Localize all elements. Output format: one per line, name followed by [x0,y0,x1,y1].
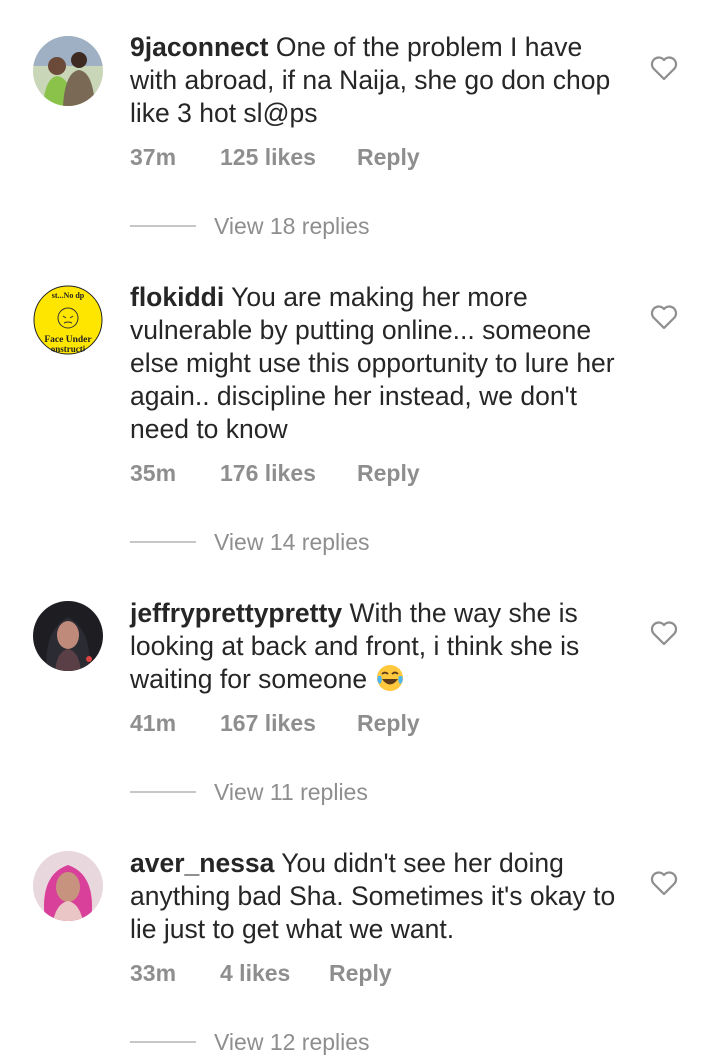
comment-username[interactable]: 9jaconnect [130,32,268,62]
view-replies-label: View 12 replies [214,1028,370,1055]
comment-meta: 33m 4 likes Reply [130,960,392,990]
comment-meta: 41m 167 likes Reply [130,710,420,740]
comment-text: flokiddi You are making her more vulnera… [130,281,630,446]
comment-time: 35m [130,460,177,486]
laughing-tears-emoji-icon [375,663,405,693]
view-replies-button[interactable]: View 14 replies [130,527,370,557]
comment-likes[interactable]: 176 likes [220,460,357,490]
comment-likes[interactable]: 167 likes [220,710,357,740]
comment-time: 41m [130,710,177,736]
comment-time: 37m [130,144,177,170]
reply-button[interactable]: Reply [357,460,420,490]
heart-icon[interactable] [650,620,678,646]
reply-button[interactable]: Reply [357,710,420,740]
view-replies-label: View 14 replies [214,528,370,555]
comment-likes[interactable]: 4 likes [220,960,329,990]
comment-username[interactable]: flokiddi [130,282,224,312]
comment-meta: 35m 176 likes Reply [130,460,420,490]
comment-text: 9jaconnect One of the problem I have wit… [130,31,630,130]
replies-divider [130,541,196,543]
comment-meta: 37m 125 likes Reply [130,144,420,174]
avatar[interactable] [33,36,103,106]
avatar[interactable] [33,851,103,921]
avatar[interactable]: st...No dp Face Under onstructi [33,285,103,355]
comment-time: 33m [130,960,177,986]
replies-divider [130,225,196,227]
avatar[interactable] [33,601,103,671]
view-replies-button[interactable]: View 11 replies [130,777,368,807]
avatar-text-top: st...No dp [52,291,85,300]
comment-text: jeffryprettypretty With the way she is l… [130,597,630,696]
heart-icon[interactable] [650,870,678,896]
replies-divider [130,791,196,793]
comment-text: aver_nessa You didn't see her doing anyt… [130,847,630,946]
comment-username[interactable]: jeffryprettypretty [130,598,342,628]
view-replies-label: View 18 replies [214,212,370,239]
replies-divider [130,1041,196,1043]
reply-button[interactable]: Reply [329,960,392,990]
avatar-text-bottom2: onstructi [51,344,86,354]
comment-username[interactable]: aver_nessa [130,848,274,878]
heart-icon[interactable] [650,55,678,81]
view-replies-button[interactable]: View 18 replies [130,211,370,241]
view-replies-label: View 11 replies [214,778,368,805]
comment-likes[interactable]: 125 likes [220,144,357,174]
reply-button[interactable]: Reply [357,144,420,174]
heart-icon[interactable] [650,304,678,330]
